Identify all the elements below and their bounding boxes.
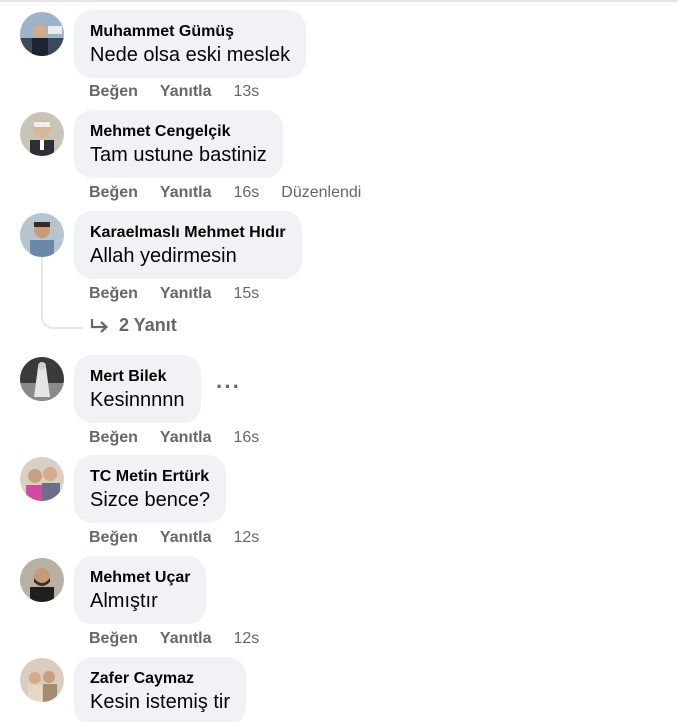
comment-timestamp[interactable]: 16s — [233, 428, 259, 448]
edited-label: Düzenlendi — [281, 184, 362, 201]
comment-timestamp[interactable]: 16s — [233, 183, 259, 203]
comment-bubble: Zafer Caymaz Kesin istemiş tir — [74, 657, 247, 722]
comment-text: Kesin istemiş tir — [90, 691, 231, 713]
reply-button[interactable]: Yanıtla — [160, 629, 212, 649]
replies-count-label[interactable]: 2 Yanıt — [119, 315, 177, 336]
reply-button[interactable]: Yanıtla — [160, 82, 212, 102]
more-options-button[interactable]: ··· — [216, 376, 241, 398]
like-button[interactable]: Beğen — [89, 528, 138, 548]
like-button[interactable]: Beğen — [89, 284, 138, 304]
reply-button[interactable]: Yanıtla — [160, 528, 212, 548]
comment-text: Sizce bence? — [90, 489, 211, 511]
like-button[interactable]: Beğen — [89, 428, 138, 448]
comment-author[interactable]: Mehmet Uçar — [90, 568, 190, 588]
divider — [0, 0, 678, 2]
comment-author[interactable]: Muhammet Gümüş — [90, 22, 290, 42]
avatar[interactable] — [20, 457, 64, 501]
avatar[interactable] — [20, 12, 64, 56]
avatar[interactable] — [20, 658, 64, 702]
comment-actions: Beğen Yanıtla 16s Düzenlendi — [89, 183, 361, 203]
avatar[interactable] — [20, 112, 64, 156]
like-button[interactable]: Beğen — [89, 183, 138, 203]
comment-author[interactable]: Mehmet Cengelçik — [90, 122, 267, 142]
view-replies-link[interactable]: 2 Yanıt — [89, 315, 177, 336]
comment-text: Allah yedirmesin — [90, 245, 237, 267]
avatar[interactable] — [20, 357, 64, 401]
comment-text: Tam ustune bastiniz — [90, 144, 267, 166]
like-button[interactable]: Beğen — [89, 82, 138, 102]
comment-actions: Beğen Yanıtla 12s — [89, 629, 281, 649]
comment-author[interactable]: TC Metin Ertürk — [90, 467, 210, 487]
comment-bubble: Karaelmaslı Mehmet Hıdır Allah yedirmesi… — [74, 211, 302, 279]
comment-text: Almıştır — [90, 590, 158, 612]
comment-text: Kesinnnnn — [90, 389, 185, 411]
comment-timestamp[interactable]: 12s — [233, 528, 259, 548]
comment-author[interactable]: Mert Bilek — [90, 367, 185, 387]
comment-bubble: Mert Bilek Kesinnnnn — [74, 355, 201, 423]
avatar[interactable] — [20, 558, 64, 602]
comment-author[interactable]: Karaelmaslı Mehmet Hıdır — [90, 223, 286, 243]
comment-timestamp[interactable]: 13s — [233, 82, 259, 102]
reply-button[interactable]: Yanıtla — [160, 284, 212, 304]
comment-bubble: Mehmet Uçar Almıştır — [74, 556, 207, 624]
comment-timestamp[interactable]: 12s — [233, 629, 259, 649]
comment-author[interactable]: Zafer Caymaz — [90, 669, 230, 689]
reply-arrow-icon — [90, 318, 109, 333]
comment-actions: Beğen Yanıtla 15s — [89, 284, 281, 304]
thread-connector — [41, 257, 83, 329]
comment-bubble: TC Metin Ertürk Sizce bence? — [74, 455, 227, 523]
comment-actions: Beğen Yanıtla 16s — [89, 428, 281, 448]
comment-text: Nede olsa eski meslek — [90, 44, 291, 66]
comment-timestamp[interactable]: 15s — [233, 284, 259, 304]
like-button[interactable]: Beğen — [89, 629, 138, 649]
comment-actions: Beğen Yanıtla 12s — [89, 528, 281, 548]
reply-button[interactable]: Yanıtla — [160, 183, 212, 203]
comment-actions: Beğen Yanıtla 13s — [89, 82, 281, 102]
avatar[interactable] — [20, 213, 64, 257]
reply-button[interactable]: Yanıtla — [160, 428, 212, 448]
comment-bubble: Muhammet Gümüş Nede olsa eski meslek — [74, 10, 307, 78]
comment-bubble: Mehmet Cengelçik Tam ustune bastiniz — [74, 110, 283, 178]
comments-section: Muhammet Gümüş Nede olsa eski meslek Beğ… — [0, 0, 678, 722]
